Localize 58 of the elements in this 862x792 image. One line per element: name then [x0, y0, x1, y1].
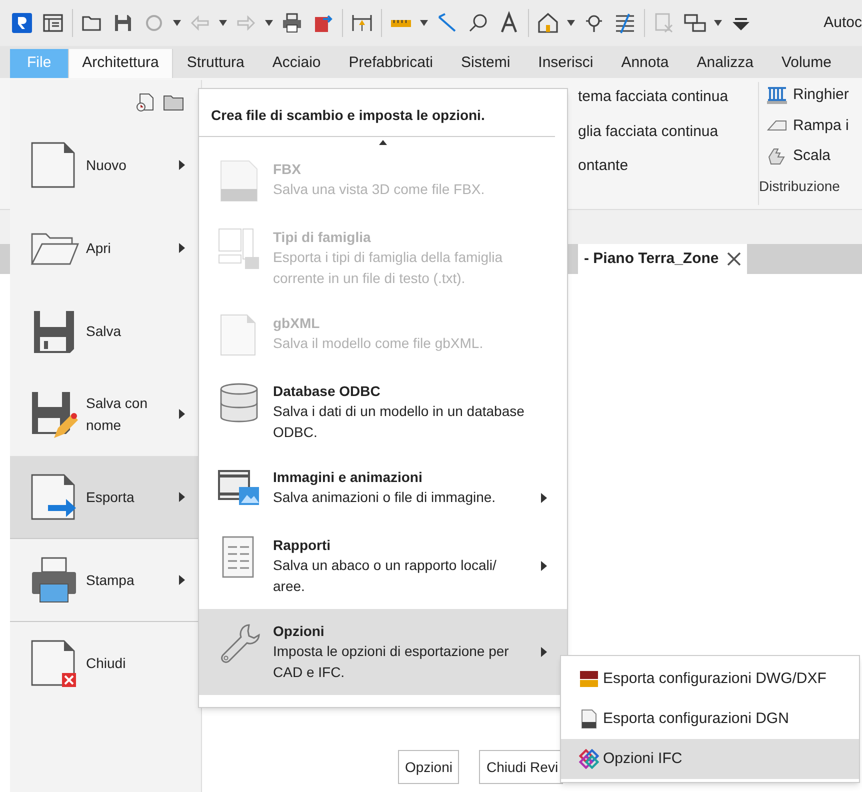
ribbon-command[interactable]: tema facciata continua: [578, 86, 758, 108]
ribbon-tab[interactable]: Inserisci: [524, 49, 608, 78]
ribbon-command[interactable]: Scala: [793, 145, 831, 168]
panel-label: Distribuzione: [759, 176, 841, 196]
ribbon-tab[interactable]: Analizza: [682, 49, 768, 78]
ribbon-command[interactable]: glia facciata continua: [578, 120, 758, 143]
house-icon[interactable]: [536, 11, 560, 35]
export-option[interactable]: Opzioni Imposta le opzioni di esportazione per CAD e IFC.: [199, 609, 567, 695]
options-button[interactable]: Opzioni: [398, 750, 460, 784]
caret-icon: [179, 575, 185, 585]
caret-icon: [179, 409, 185, 419]
file-menu-item[interactable]: Apri: [10, 207, 201, 290]
recent-files-icon[interactable]: [135, 92, 155, 112]
export-option[interactable]: Rapporti Salva un abaco o un rapporto locali/ aree.: [199, 523, 567, 609]
ribbon-command[interactable]: Ringhier: [793, 84, 849, 106]
close-app-button[interactable]: Chiudi Revi: [479, 750, 564, 784]
export-option[interactable]: Immagini e animazioni Salva animazioni o file di immagine.: [199, 455, 567, 523]
file-menu-item[interactable]: Nuovo: [10, 124, 201, 207]
dropdown-icon[interactable]: [714, 20, 722, 26]
switch-windows-icon[interactable]: [683, 11, 707, 35]
submenu-item[interactable]: Esporta configurazioni DGN: [561, 699, 859, 739]
view-tab[interactable]: - Piano Terra_Zone: [578, 244, 747, 274]
dropdown-icon[interactable]: [173, 20, 181, 26]
ribbon-tab[interactable]: Sistemi: [446, 49, 524, 78]
scroll-up-icon[interactable]: [379, 140, 387, 144]
dropdown-icon[interactable]: [567, 20, 575, 26]
close-icon[interactable]: [726, 252, 741, 266]
dropdown-icon[interactable]: [420, 20, 428, 26]
ribbon-command[interactable]: ontante: [578, 155, 758, 178]
ribbon-tab[interactable]: Architettura: [68, 49, 173, 78]
ribbon-tab[interactable]: Volume: [767, 49, 846, 78]
dgn-file-icon: [579, 709, 599, 729]
railing-icon: [767, 86, 787, 104]
caret-icon: [541, 561, 547, 571]
ifc-logo-icon: [579, 749, 599, 769]
submenu-item[interactable]: Opzioni IFC: [561, 739, 859, 779]
family-types-icon: [217, 227, 261, 271]
ribbon-command[interactable]: Rampa i: [793, 114, 849, 137]
panel-heading: Crea file di scambio e imposta le opzioni.: [199, 89, 555, 137]
ribbon-tab[interactable]: Struttura: [172, 49, 258, 78]
caret-icon: [179, 160, 185, 170]
caret-icon: [541, 647, 547, 657]
dxf-file-icon: [579, 669, 599, 689]
ribbon-tab[interactable]: Annota: [607, 49, 683, 78]
dropdown-icon[interactable]: [219, 20, 227, 26]
dropdown-icon[interactable]: [265, 20, 273, 26]
caret-icon: [179, 243, 185, 253]
ribbon-tab[interactable]: Acciaio: [258, 49, 335, 78]
ribbon-tab[interactable]: Prefabbricati: [334, 49, 447, 78]
app-logo-icon[interactable]: [10, 11, 34, 35]
caret-icon: [179, 492, 185, 502]
caret-icon: [541, 493, 547, 503]
file-menu-item[interactable]: Esporta: [10, 456, 201, 539]
app-title: Autoc: [824, 12, 862, 33]
lines-icon[interactable]: [613, 11, 637, 35]
print-icon[interactable]: [280, 11, 304, 35]
export-option[interactable]: Database ODBC Salva i dati di un modello in un database ODBC.: [199, 369, 567, 455]
window-icon[interactable]: [41, 11, 65, 35]
